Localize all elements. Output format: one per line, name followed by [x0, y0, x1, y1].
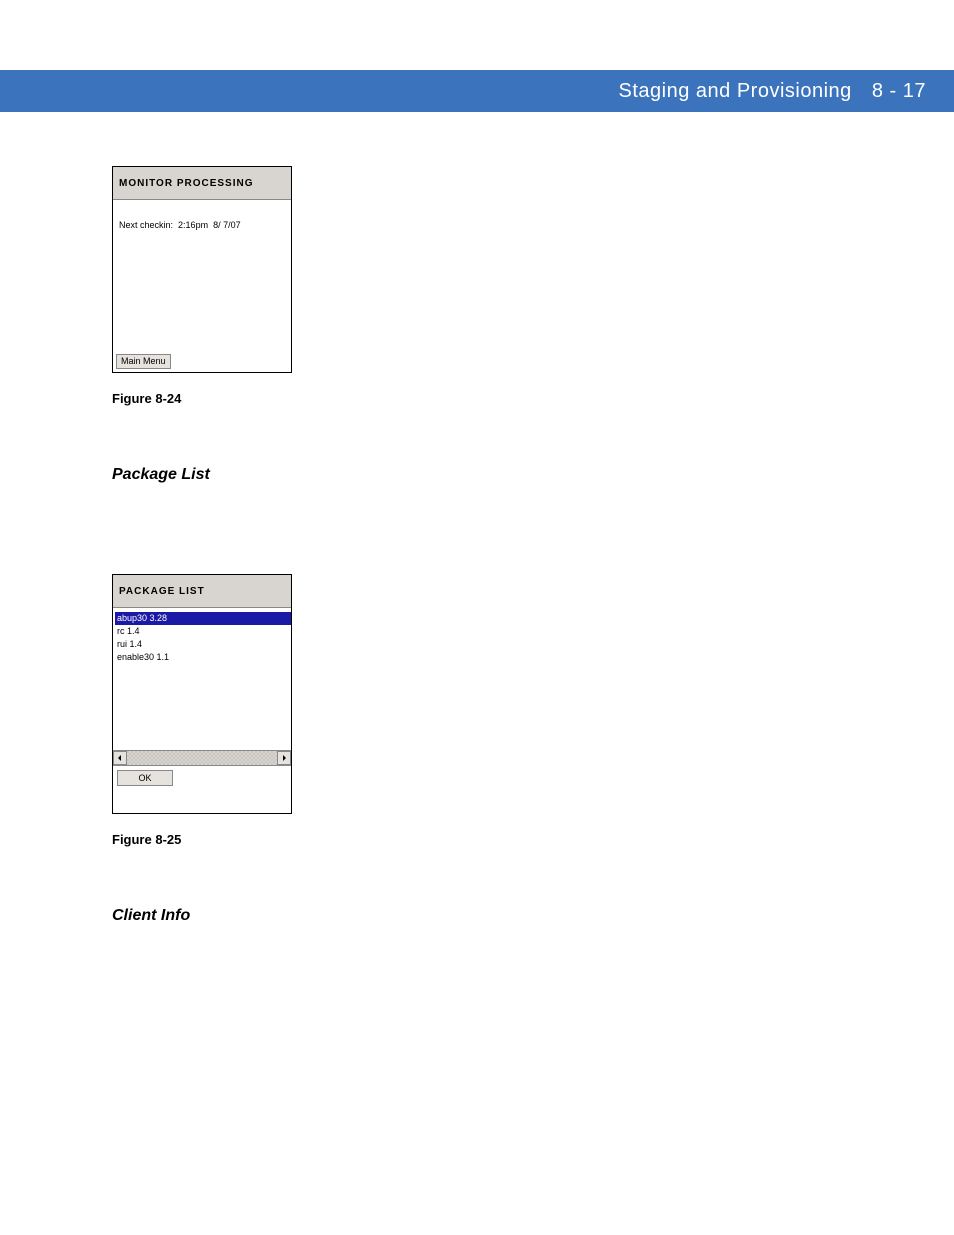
figure-caption: Figure 8-25	[112, 832, 912, 847]
list-item[interactable]: enable30 1.1	[115, 651, 291, 664]
scroll-left-button[interactable]	[113, 751, 127, 765]
package-listbox[interactable]: abup30 3.28 rc 1.4 rui 1.4 enable30 1.1	[113, 608, 291, 750]
ok-button[interactable]: OK	[117, 770, 173, 786]
section-heading-client-info: Client Info	[112, 907, 912, 925]
next-checkin-line: Next checkin: 2:16pm 8/ 7/07	[119, 220, 285, 230]
window-title: MONITOR PROCESSING	[113, 167, 291, 200]
chevron-right-icon	[281, 755, 287, 761]
scroll-right-button[interactable]	[277, 751, 291, 765]
window-title: PACKAGE LIST	[113, 575, 291, 608]
list-item[interactable]: rc 1.4	[115, 625, 291, 638]
monitor-processing-window: MONITOR PROCESSING Next checkin: 2:16pm …	[112, 166, 292, 373]
header-title: Staging and Provisioning	[619, 80, 852, 102]
horizontal-scrollbar[interactable]	[113, 750, 291, 766]
chevron-left-icon	[117, 755, 123, 761]
list-item[interactable]: abup30 3.28	[115, 612, 291, 625]
section-heading-package-list: Package List	[112, 466, 912, 484]
package-list-window: PACKAGE LIST abup30 3.28 rc 1.4 rui 1.4 …	[112, 574, 292, 814]
next-checkin-date: 8/ 7/07	[213, 220, 241, 230]
header-page-number: 8 - 17	[872, 80, 926, 102]
page-header: Staging and Provisioning 8 - 17	[0, 70, 954, 112]
list-item[interactable]: rui 1.4	[115, 638, 291, 651]
next-checkin-time: 2:16pm	[178, 220, 208, 230]
scrollbar-track[interactable]	[127, 751, 277, 765]
figure-caption: Figure 8-24	[112, 391, 912, 406]
next-checkin-label: Next checkin:	[119, 220, 173, 230]
main-menu-button[interactable]: Main Menu	[116, 354, 171, 369]
